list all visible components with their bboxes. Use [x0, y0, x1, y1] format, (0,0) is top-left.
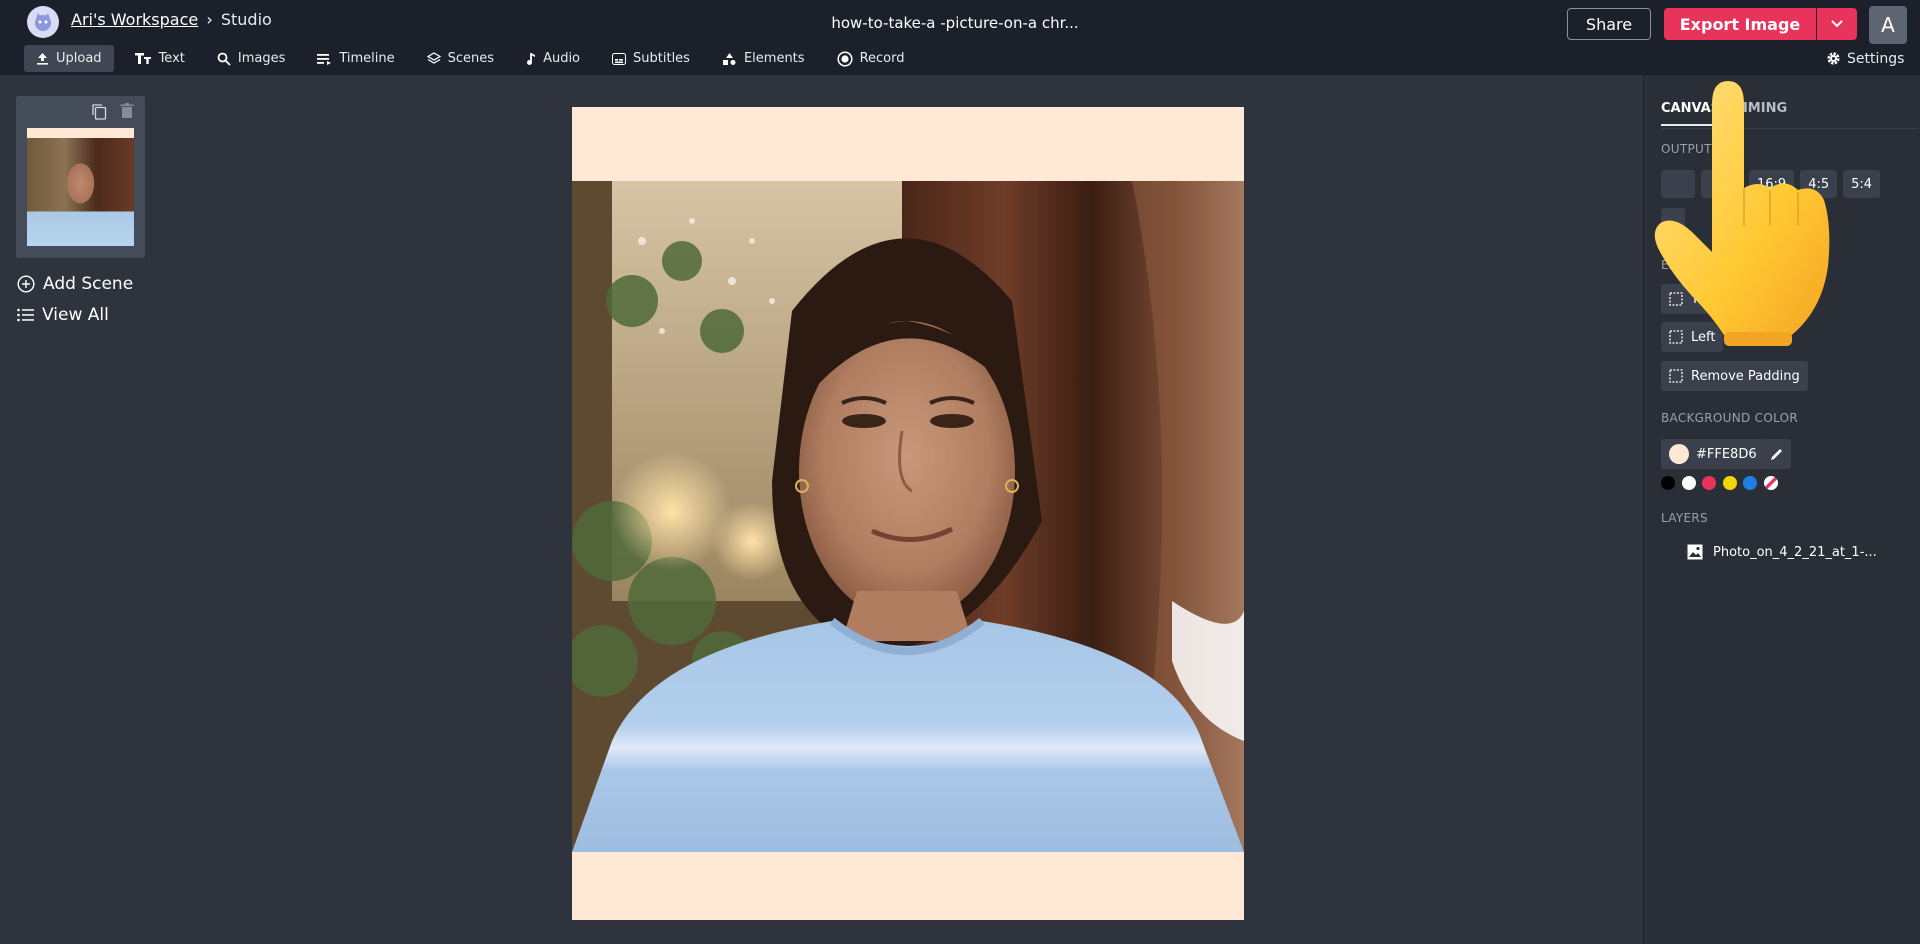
delete-scene-icon[interactable]	[120, 103, 134, 123]
scene-card[interactable]	[16, 96, 145, 258]
canvas[interactable]	[572, 107, 1244, 920]
breadcrumb-separator: ›	[206, 10, 213, 29]
tool-label: Images	[237, 51, 286, 66]
layers-label: LAYERS	[1661, 511, 1708, 525]
export-options-button[interactable]	[1817, 8, 1857, 40]
upload-icon	[36, 52, 49, 65]
shapes-icon	[722, 52, 737, 66]
avatar[interactable]: A	[1869, 6, 1907, 44]
settings-button[interactable]: Settings	[1826, 45, 1904, 72]
remove-padding-label: Remove Padding	[1691, 368, 1800, 384]
settings-label: Settings	[1847, 50, 1905, 67]
swatch-blue[interactable]	[1743, 476, 1757, 490]
tool-elements[interactable]: Elements	[710, 45, 817, 72]
add-scene-label: Add Scene	[43, 274, 134, 294]
tool-scenes[interactable]: Scenes	[415, 45, 506, 72]
swatch-white[interactable]	[1681, 476, 1696, 490]
tool-label: Elements	[743, 51, 805, 66]
ratio-5-4[interactable]: 5:4	[1843, 170, 1881, 198]
layers-icon	[426, 51, 441, 66]
pointing-hand-icon	[1654, 81, 1830, 346]
share-button[interactable]: Share	[1567, 8, 1651, 40]
scene-actions	[16, 96, 145, 126]
image-icon	[1687, 544, 1703, 560]
eyedropper-icon	[1770, 448, 1782, 460]
duplicate-scene-icon[interactable]	[91, 103, 107, 124]
swatch-black[interactable]	[1661, 476, 1675, 490]
photo-illustration	[572, 181, 1244, 852]
tool-images[interactable]: Images	[205, 45, 298, 72]
tool-upload[interactable]: Upload	[24, 45, 114, 72]
tool-subtitles[interactable]: Subtitles	[600, 45, 702, 72]
tool-record[interactable]: Record	[825, 45, 917, 72]
record-icon	[837, 50, 853, 67]
subtitles-icon	[612, 52, 627, 65]
background-color-label: BACKGROUND COLOR	[1661, 411, 1799, 425]
dashed-square-icon	[1669, 369, 1683, 383]
timeline-icon	[317, 53, 332, 65]
top-bar: Ari's Workspace › Studio how-to-take-a -…	[0, 0, 1920, 75]
tool-label: Upload	[56, 51, 102, 66]
scene-thumbnail-photo	[27, 138, 134, 246]
search-icon	[217, 52, 231, 66]
background-color-value: #FFE8D6	[1696, 446, 1757, 462]
swatch-red[interactable]	[1702, 476, 1716, 490]
layer-item[interactable]: Photo_on_4_2_21_at_1-...	[1687, 544, 1877, 560]
tool-label: Text	[158, 51, 185, 66]
chevron-down-icon	[1831, 20, 1843, 28]
tool-label: Subtitles	[633, 51, 690, 66]
layer-name: Photo_on_4_2_21_at_1-...	[1713, 544, 1877, 560]
tool-audio[interactable]: Audio	[514, 45, 592, 72]
tool-timeline[interactable]: Timeline	[305, 45, 406, 72]
view-all-label: View All	[42, 305, 109, 325]
color-swatches	[1661, 476, 1784, 490]
canvas-photo[interactable]	[572, 181, 1244, 852]
breadcrumb: Ari's Workspace › Studio	[71, 10, 272, 29]
music-note-icon	[526, 52, 536, 66]
tool-label: Scenes	[447, 51, 495, 66]
text-icon	[134, 52, 152, 65]
scene-thumbnail[interactable]	[27, 128, 134, 246]
tool-label: Audio	[543, 51, 581, 66]
gear-icon	[1826, 51, 1841, 66]
workspace-logo-icon[interactable]	[27, 6, 59, 38]
remove-padding-button[interactable]: Remove Padding	[1661, 361, 1808, 391]
tool-text[interactable]: Text	[122, 45, 197, 72]
project-title[interactable]: how-to-take-a -picture-on-a chr...	[790, 14, 1120, 32]
background-color-picker[interactable]: #FFE8D6	[1661, 439, 1765, 469]
view-all-button[interactable]: View All	[17, 305, 109, 325]
main-toolbar: Upload Text Images Timeline Scenes Audio…	[24, 45, 924, 72]
export-image-button[interactable]: Export Image	[1664, 8, 1816, 40]
breadcrumb-section: Studio	[220, 10, 272, 29]
tool-label: Timeline	[339, 51, 395, 66]
swatch-transparent[interactable]	[1763, 476, 1778, 490]
current-color-swatch	[1669, 444, 1689, 464]
tool-label: Record	[859, 51, 905, 66]
swatch-yellow[interactable]	[1722, 476, 1737, 490]
workspace-link[interactable]: Ari's Workspace	[71, 10, 198, 29]
list-icon	[17, 308, 34, 322]
add-scene-button[interactable]: Add Scene	[17, 274, 133, 294]
eyedropper-button[interactable]	[1761, 439, 1791, 469]
add-circle-icon	[17, 275, 35, 293]
